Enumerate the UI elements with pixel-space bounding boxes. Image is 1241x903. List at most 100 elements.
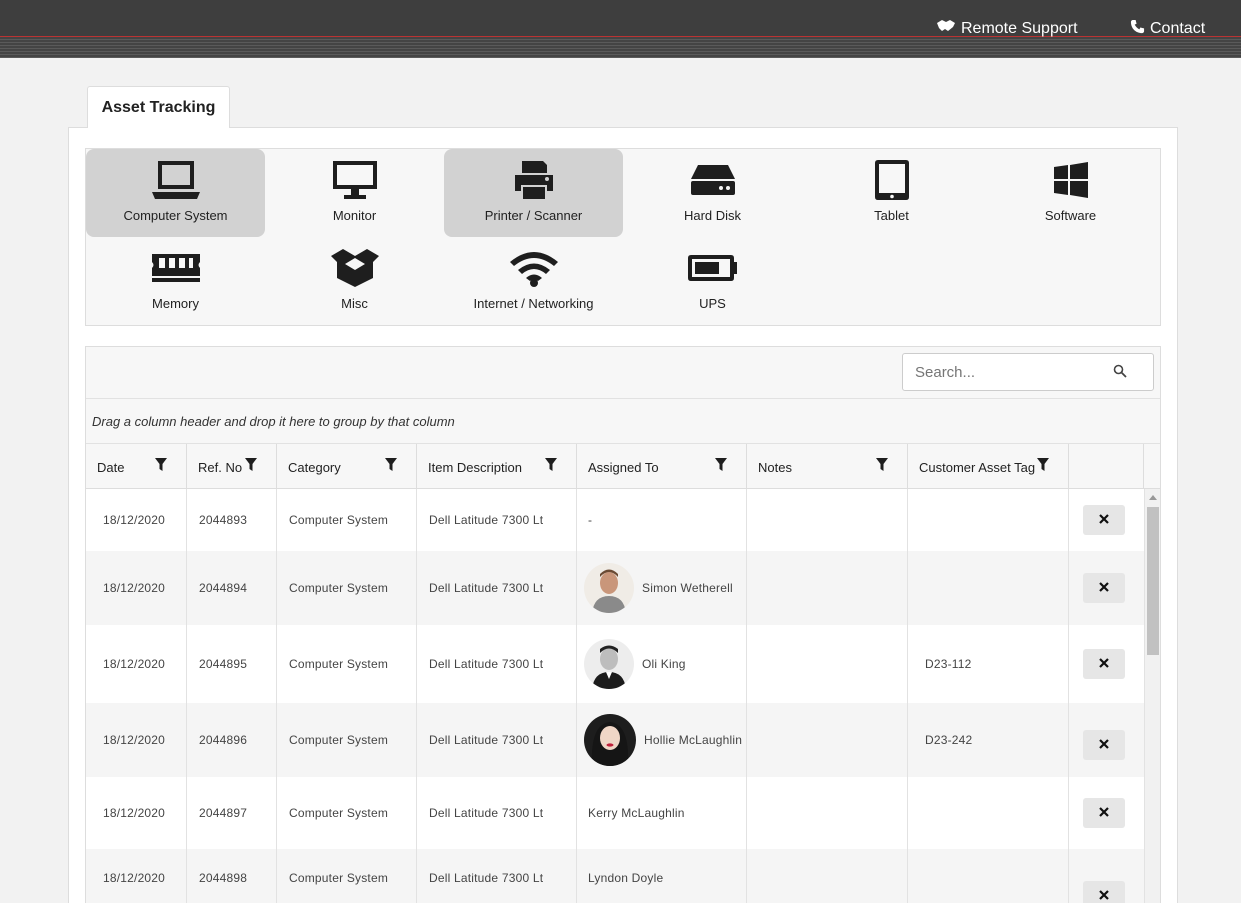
delete-button[interactable] bbox=[1083, 573, 1125, 603]
column-header-ref-no[interactable]: Ref. No bbox=[187, 444, 277, 488]
column-header-date[interactable]: Date bbox=[86, 444, 187, 488]
column-header-label: Assigned To bbox=[588, 460, 659, 475]
category-tablet[interactable]: Tablet bbox=[802, 149, 981, 237]
column-header-notes[interactable]: Notes bbox=[747, 444, 908, 488]
category-label: Misc bbox=[341, 296, 368, 311]
battery-icon bbox=[687, 243, 739, 293]
filter-icon[interactable] bbox=[715, 458, 727, 474]
assigned-name: Lyndon Doyle bbox=[588, 871, 664, 885]
category-label: Internet / Networking bbox=[473, 296, 594, 311]
cell-actions bbox=[1069, 551, 1144, 625]
tab-asset-tracking[interactable]: Asset Tracking bbox=[87, 86, 230, 128]
cell-actions bbox=[1069, 625, 1144, 703]
cell-date: 18/12/2020 bbox=[86, 849, 187, 903]
delete-button[interactable] bbox=[1083, 649, 1125, 679]
laptop-icon bbox=[151, 155, 201, 205]
phone-icon bbox=[1130, 19, 1145, 39]
cell-assigned-to: Lyndon Doyle bbox=[577, 849, 747, 903]
group-panel[interactable]: Drag a column header and drop it here to… bbox=[86, 399, 1160, 444]
filter-icon[interactable] bbox=[545, 458, 557, 474]
cell-ref-no: 2044898 bbox=[187, 849, 277, 903]
cell-item-description: Dell Latitude 7300 Lt bbox=[417, 551, 577, 625]
column-header-assigned-to[interactable]: Assigned To bbox=[577, 444, 747, 488]
delete-button[interactable] bbox=[1083, 730, 1125, 760]
cell-ref-no: 2044896 bbox=[187, 703, 277, 777]
cell-date: 18/12/2020 bbox=[86, 703, 187, 777]
filter-icon[interactable] bbox=[1037, 458, 1049, 474]
filter-icon[interactable] bbox=[155, 458, 167, 474]
category-monitor[interactable]: Monitor bbox=[265, 149, 444, 237]
cell-customer-asset-tag bbox=[908, 489, 1069, 551]
delete-button[interactable] bbox=[1083, 798, 1125, 828]
filter-icon[interactable] bbox=[385, 458, 397, 474]
table-row[interactable]: 18/12/2020 2044898 Computer System Dell … bbox=[86, 849, 1144, 903]
close-icon bbox=[1099, 513, 1109, 527]
scrollbar-thumb[interactable] bbox=[1147, 507, 1159, 655]
category-memory[interactable]: Memory bbox=[86, 237, 265, 325]
remote-support-label: Remote Support bbox=[961, 19, 1078, 37]
wifi-icon bbox=[508, 243, 560, 293]
close-icon bbox=[1099, 738, 1109, 752]
column-header-item-description[interactable]: Item Description bbox=[417, 444, 577, 488]
cell-customer-asset-tag bbox=[908, 849, 1069, 903]
search-icon[interactable] bbox=[1113, 364, 1127, 383]
table-row[interactable]: 18/12/2020 2044894 Computer System Dell … bbox=[86, 551, 1144, 625]
vertical-scrollbar[interactable] bbox=[1144, 489, 1160, 903]
cell-category: Computer System bbox=[277, 551, 417, 625]
cell-ref-no: 2044895 bbox=[187, 625, 277, 703]
category-label: Memory bbox=[152, 296, 199, 311]
assigned-name: Hollie McLaughlin bbox=[644, 733, 743, 747]
cell-customer-asset-tag bbox=[908, 777, 1069, 849]
filter-icon[interactable] bbox=[876, 458, 888, 474]
category-label: Software bbox=[1044, 208, 1097, 223]
cell-item-description: Dell Latitude 7300 Lt bbox=[417, 625, 577, 703]
cell-notes bbox=[747, 849, 908, 903]
avatar bbox=[584, 563, 634, 613]
memory-icon bbox=[151, 243, 201, 293]
cell-notes bbox=[747, 777, 908, 849]
cell-date: 18/12/2020 bbox=[86, 625, 187, 703]
cell-customer-asset-tag bbox=[908, 551, 1069, 625]
filter-icon[interactable] bbox=[245, 458, 257, 474]
category-computer-system[interactable]: Computer System bbox=[86, 149, 265, 237]
category-selector: Computer System Monitor Printer / Scanne… bbox=[85, 148, 1161, 326]
printer-icon bbox=[513, 155, 555, 205]
close-icon bbox=[1099, 657, 1109, 671]
cell-actions bbox=[1069, 777, 1144, 849]
cell-assigned-to: Oli King bbox=[577, 625, 747, 703]
grid-header: Date Ref. No Category Item Description A… bbox=[86, 444, 1160, 489]
cell-notes bbox=[747, 489, 908, 551]
delete-button[interactable] bbox=[1083, 505, 1125, 535]
group-panel-hint: Drag a column header and drop it here to… bbox=[92, 414, 455, 429]
top-bar-stripes bbox=[0, 36, 1241, 58]
remote-support-link[interactable]: Remote Support bbox=[936, 19, 1078, 38]
table-row[interactable]: 18/12/2020 2044896 Computer System Dell … bbox=[86, 703, 1144, 777]
category-ups[interactable]: UPS bbox=[623, 237, 802, 325]
table-row[interactable]: 18/12/2020 2044893 Computer System Dell … bbox=[86, 489, 1144, 551]
cell-date: 18/12/2020 bbox=[86, 489, 187, 551]
grid-toolbar bbox=[86, 347, 1160, 399]
contact-link[interactable]: Contact bbox=[1130, 19, 1205, 39]
category-printer-scanner[interactable]: Printer / Scanner bbox=[444, 149, 623, 237]
cell-item-description: Dell Latitude 7300 Lt bbox=[417, 777, 577, 849]
assigned-name: Simon Wetherell bbox=[642, 581, 733, 595]
avatar bbox=[584, 714, 636, 766]
scroll-up-arrow-icon[interactable] bbox=[1149, 495, 1157, 500]
windows-icon bbox=[1053, 155, 1089, 205]
cell-assigned-to: Hollie McLaughlin bbox=[577, 703, 747, 777]
category-software[interactable]: Software bbox=[981, 149, 1160, 237]
table-row[interactable]: 18/12/2020 2044897 Computer System Dell … bbox=[86, 777, 1144, 849]
category-label: Hard Disk bbox=[683, 208, 742, 223]
box-icon bbox=[330, 243, 380, 293]
category-misc[interactable]: Misc bbox=[265, 237, 444, 325]
search-input[interactable] bbox=[903, 354, 1103, 390]
top-bar: Remote Support Contact bbox=[0, 0, 1241, 58]
assigned-name: Oli King bbox=[642, 657, 686, 671]
category-hard-disk[interactable]: Hard Disk bbox=[623, 149, 802, 237]
table-row[interactable]: 18/12/2020 2044895 Computer System Dell … bbox=[86, 625, 1144, 703]
handshake-icon bbox=[936, 19, 956, 38]
delete-button[interactable] bbox=[1083, 881, 1125, 903]
category-internet-networking[interactable]: Internet / Networking bbox=[444, 237, 623, 325]
column-header-customer-asset-tag[interactable]: Customer Asset Tag bbox=[908, 444, 1069, 488]
column-header-category[interactable]: Category bbox=[277, 444, 417, 488]
